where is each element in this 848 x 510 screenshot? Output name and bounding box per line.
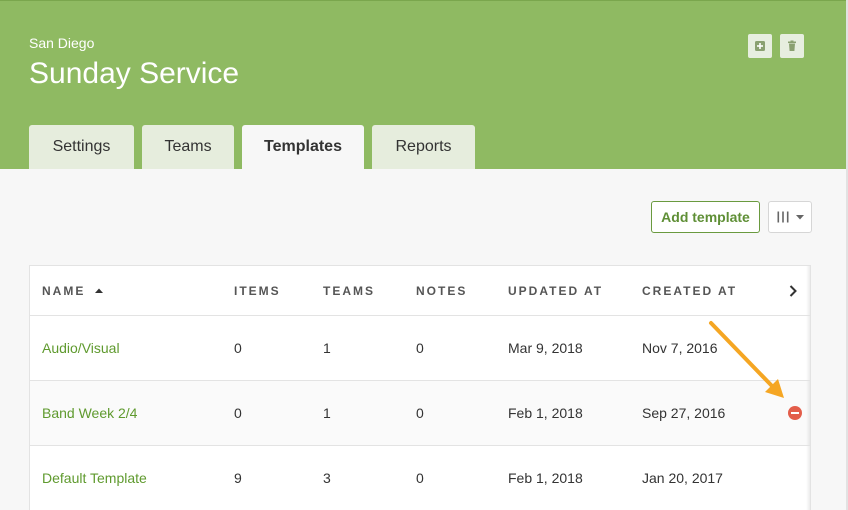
items-count: 0 [234, 405, 242, 421]
table-row: Default Template 9 3 0 Feb 1, 2018 Jan 2… [30, 446, 810, 510]
table-row: Audio/Visual 0 1 0 Mar 9, 2018 Nov 7, 20… [30, 316, 810, 381]
created-at: Sep 27, 2016 [642, 405, 726, 421]
template-name-link[interactable]: Default Template [42, 470, 147, 486]
chevron-right-icon[interactable] [789, 285, 797, 297]
plus-square-icon [755, 41, 765, 51]
column-header-updated-at[interactable]: UPDATED AT [508, 284, 603, 298]
teams-count: 3 [323, 470, 331, 486]
page-title: Sunday Service [29, 57, 240, 90]
scroll-shadow [806, 316, 810, 380]
items-count: 9 [234, 470, 242, 486]
column-header-created-at[interactable]: CREATED AT [642, 284, 737, 298]
tab-reports[interactable]: Reports [372, 125, 475, 169]
updated-at: Mar 9, 2018 [508, 340, 583, 356]
templates-table: NAME ITEMS TEAMS NOTES UPDATED AT CREATE… [29, 265, 811, 510]
caret-down-icon [795, 214, 804, 219]
trash-icon [788, 40, 796, 51]
updated-at: Feb 1, 2018 [508, 470, 583, 486]
notes-count: 0 [416, 470, 424, 486]
scroll-shadow [806, 381, 810, 445]
created-at: Jan 20, 2017 [642, 470, 723, 486]
notes-count: 0 [416, 340, 424, 356]
template-name-link[interactable]: Audio/Visual [42, 340, 120, 356]
column-header-teams[interactable]: TEAMS [323, 284, 375, 298]
tab-settings[interactable]: Settings [29, 125, 134, 169]
teams-count: 1 [323, 340, 331, 356]
remove-circle-icon[interactable] [788, 406, 802, 420]
scroll-shadow [806, 266, 810, 315]
created-at: Nov 7, 2016 [642, 340, 718, 356]
duplicate-button[interactable] [748, 34, 772, 58]
template-name-link[interactable]: Band Week 2/4 [42, 405, 137, 421]
tab-templates[interactable]: Templates [242, 125, 364, 169]
column-header-items[interactable]: ITEMS [234, 284, 281, 298]
columns-icon [777, 211, 788, 223]
add-template-button[interactable]: Add template [651, 201, 760, 233]
column-header-name[interactable]: NAME [42, 284, 103, 298]
table-header: NAME ITEMS TEAMS NOTES UPDATED AT CREATE… [30, 266, 810, 316]
table-row: Band Week 2/4 0 1 0 Feb 1, 2018 Sep 27, … [30, 381, 810, 446]
organization-name: San Diego [29, 35, 95, 51]
scroll-shadow [806, 446, 810, 510]
delete-button[interactable] [780, 34, 804, 58]
teams-count: 1 [323, 405, 331, 421]
updated-at: Feb 1, 2018 [508, 405, 583, 421]
tab-teams[interactable]: Teams [142, 125, 234, 169]
column-header-notes[interactable]: NOTES [416, 284, 467, 298]
items-count: 0 [234, 340, 242, 356]
column-toggle-button[interactable] [768, 201, 812, 233]
sort-ascending-icon [94, 288, 103, 293]
notes-count: 0 [416, 405, 424, 421]
